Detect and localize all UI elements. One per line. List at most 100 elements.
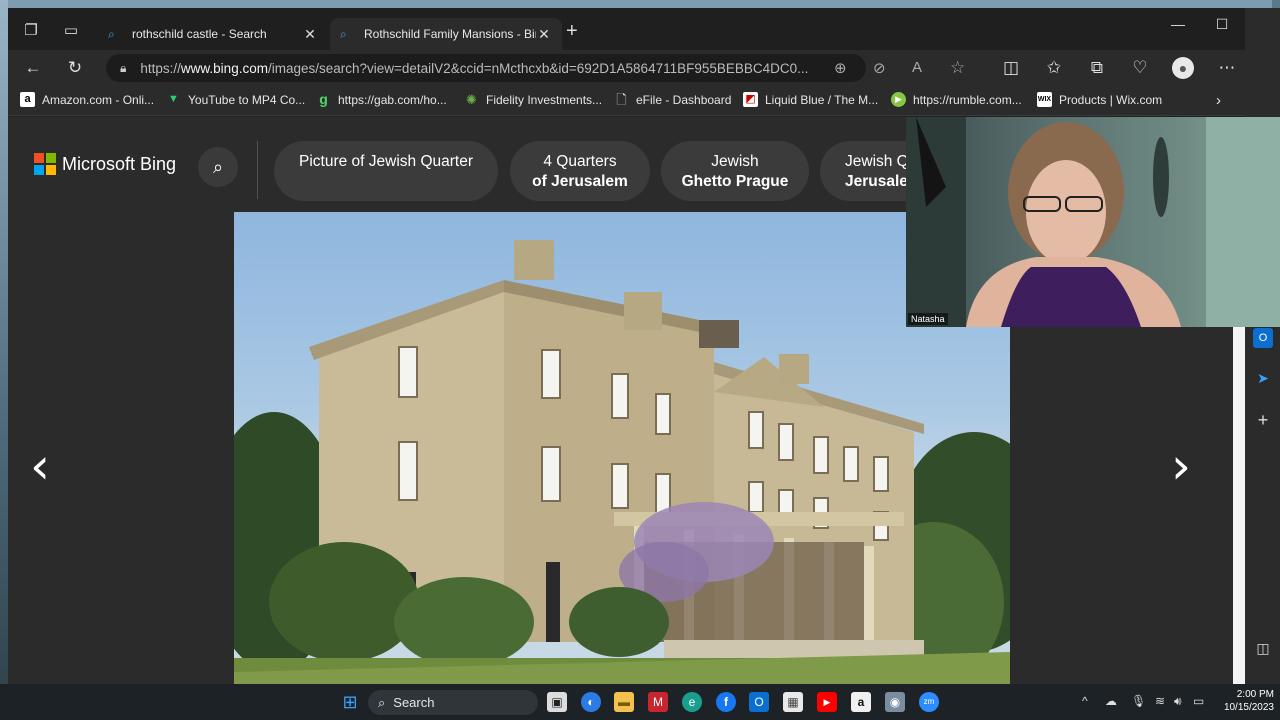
add-sidebar-app-icon[interactable]: + bbox=[1253, 410, 1273, 430]
outlook-icon[interactable]: O bbox=[749, 692, 769, 712]
hide-sidebar-icon[interactable]: ◫ bbox=[1253, 638, 1273, 658]
onedrive-cloud-icon[interactable]: ☁ bbox=[1105, 694, 1117, 708]
youtube-icon[interactable]: ▶ bbox=[817, 692, 837, 712]
microphone-icon[interactable]: 🎙︎ bbox=[1131, 694, 1146, 708]
search-icon: ⌕ bbox=[108, 27, 115, 41]
clock-time: 2:00 PM bbox=[1236, 689, 1274, 700]
taskbar-search-label: Search bbox=[393, 695, 435, 710]
bookmark-rumble[interactable]: ▶ https://rumble.com... bbox=[891, 92, 1022, 107]
favorite-star-icon[interactable]: ☆ bbox=[950, 58, 965, 78]
download-icon: ▼ bbox=[168, 93, 179, 105]
address-url[interactable]: https://www.bing.com/images/search?view=… bbox=[140, 61, 820, 76]
bookmark-label: eFile - Dashboard bbox=[636, 92, 732, 107]
chip-line1: Jewish bbox=[711, 153, 759, 170]
mansion-illustration bbox=[234, 240, 1010, 684]
favorites-icon[interactable]: ✩ bbox=[1043, 57, 1065, 79]
webcam-overlay: Natasha bbox=[906, 117, 1280, 327]
search-button[interactable]: ⌕ bbox=[198, 147, 238, 187]
tracking-prevention-icon[interactable]: ⊘ bbox=[873, 59, 886, 77]
bing-logo[interactable]: Microsoft Bing bbox=[34, 153, 176, 175]
search-icon: ⌕ bbox=[340, 27, 347, 41]
more-bookmarks-chevron-icon[interactable]: › bbox=[1216, 92, 1221, 109]
taskbar-search-box[interactable]: ⌕ Search bbox=[368, 690, 538, 715]
bookmark-label: YouTube to MP4 Co... bbox=[188, 92, 306, 107]
next-image-chevron-icon[interactable]: › bbox=[1171, 437, 1191, 495]
bookmark-label: https://gab.com/ho... bbox=[338, 92, 447, 107]
microsoft-logo-icon bbox=[34, 153, 56, 175]
volume-icon[interactable]: 🔊︎ bbox=[1174, 694, 1182, 709]
tab-rothschild-family-mansions[interactable]: ⌕ Rothschild Family Mansions - Bing ✕ bbox=[330, 18, 562, 50]
show-hidden-icons-chevron[interactable]: ^ bbox=[1082, 694, 1088, 708]
webcam-person-illustration bbox=[906, 117, 1280, 327]
bookmark-fidelity[interactable]: ✺ Fidelity Investments... bbox=[464, 92, 602, 107]
workspaces-icon[interactable]: ❐ bbox=[20, 20, 42, 42]
fidelity-icon: ✺ bbox=[466, 92, 477, 107]
bookmark-efile[interactable]: 🗋︎ eFile - Dashboard bbox=[614, 92, 731, 107]
browser-essentials-icon[interactable]: ♡ bbox=[1129, 57, 1151, 79]
zoom-app-icon[interactable]: zm bbox=[919, 692, 939, 712]
chip-line1: 4 Quarters bbox=[543, 153, 617, 170]
outlook-icon[interactable]: O bbox=[1253, 328, 1273, 348]
more-menu-icon[interactable]: ⋯ bbox=[1216, 57, 1238, 79]
calculator-icon[interactable]: ▦ bbox=[783, 692, 803, 712]
previous-image-chevron-icon[interactable]: ‹ bbox=[30, 437, 50, 495]
page-scrollbar[interactable] bbox=[1233, 326, 1245, 684]
bookmark-label: https://rumble.com... bbox=[913, 92, 1022, 107]
clock-date: 10/15/2023 bbox=[1223, 702, 1274, 713]
gab-icon: g bbox=[319, 91, 328, 107]
tab-actions-icon[interactable]: ▭ bbox=[60, 20, 82, 42]
liquid-blue-icon: ◩ bbox=[743, 92, 758, 107]
zoom-icon[interactable]: ⊕ bbox=[834, 59, 847, 77]
bookmark-label: Liquid Blue / The M... bbox=[765, 92, 879, 107]
close-tab-icon[interactable]: ✕ bbox=[536, 26, 552, 43]
bookmark-label: Products | Wix.com bbox=[1059, 92, 1163, 107]
related-chip-4-quarters[interactable]: 4 Quarters of Jerusalem bbox=[510, 141, 650, 201]
related-chip-jewish-quarter[interactable]: Picture of Jewish Quarter bbox=[274, 141, 498, 201]
lock-icon: 🔒︎ bbox=[120, 60, 127, 75]
amazon-icon[interactable]: a bbox=[851, 692, 871, 712]
edge-browser-icon[interactable]: e bbox=[682, 692, 702, 712]
task-view-icon[interactable]: ▣ bbox=[547, 692, 567, 712]
search-icon: ⌕ bbox=[378, 694, 386, 710]
windows-taskbar: ⊞ ⌕ Search ▣ ◐ ▬ M e f O ▦ ▶ a ◉ zm ^ ☁ … bbox=[0, 684, 1280, 720]
bookmark-amazon[interactable]: a Amazon.com - Onli... bbox=[20, 92, 154, 107]
back-button[interactable]: ← bbox=[22, 57, 44, 79]
mansion-photo[interactable] bbox=[234, 212, 1010, 684]
facebook-icon[interactable]: f bbox=[716, 692, 736, 712]
telegram-icon[interactable]: ➤ bbox=[1253, 368, 1273, 388]
mcafee-icon[interactable]: M bbox=[648, 692, 668, 712]
tab-title: Rothschild Family Mansions - Bing bbox=[364, 27, 536, 41]
close-tab-icon[interactable]: ✕ bbox=[302, 26, 318, 43]
maximize-button[interactable]: ☐ bbox=[1207, 16, 1237, 33]
system-clock[interactable]: 2:00 PM 10/15/2023 bbox=[1212, 688, 1274, 714]
battery-icon[interactable]: ▭ bbox=[1193, 694, 1204, 708]
chip-line1: Picture of Jewish Quarter bbox=[298, 153, 473, 170]
split-screen-icon[interactable]: ◫ bbox=[1000, 57, 1022, 79]
address-bar[interactable]: 🔒︎ https://www.bing.com/images/search?vi… bbox=[106, 54, 866, 82]
widgets-icon[interactable]: ◐ bbox=[581, 692, 601, 712]
new-tab-button[interactable]: + bbox=[566, 21, 578, 41]
wix-icon: WIX bbox=[1037, 92, 1052, 107]
minimize-button[interactable]: — bbox=[1163, 16, 1193, 32]
profile-avatar-icon[interactable]: ● bbox=[1172, 57, 1194, 79]
rumble-icon: ▶ bbox=[891, 92, 906, 107]
read-aloud-icon[interactable]: A bbox=[912, 59, 922, 76]
navigation-toolbar: ← ↻ 🔒︎ https://www.bing.com/images/searc… bbox=[8, 50, 1280, 86]
desktop-wallpaper-left bbox=[0, 0, 8, 720]
bookmark-gab[interactable]: g https://gab.com/ho... bbox=[316, 92, 447, 107]
bing-brand-text: Microsoft Bing bbox=[62, 153, 177, 174]
bookmark-liquid-blue[interactable]: ◩ Liquid Blue / The M... bbox=[743, 92, 878, 107]
refresh-button[interactable]: ↻ bbox=[64, 57, 86, 79]
chip-line2: Ghetto Prague bbox=[681, 173, 789, 190]
amazon-icon: a bbox=[20, 92, 35, 107]
tab-rothschild-castle-search[interactable]: ⌕ rothschild castle - Search ✕ bbox=[98, 18, 328, 50]
camera-icon[interactable]: ◉ bbox=[885, 692, 905, 712]
bookmark-youtube-mp4[interactable]: ▼ YouTube to MP4 Co... bbox=[166, 92, 305, 107]
file-explorer-icon[interactable]: ▬ bbox=[614, 692, 634, 712]
wifi-icon[interactable]: ≋ bbox=[1155, 694, 1165, 708]
collections-icon[interactable]: ⧉ bbox=[1086, 57, 1108, 79]
related-chip-jewish-ghetto-prague[interactable]: Jewish Ghetto Prague bbox=[661, 141, 809, 201]
start-windows-icon[interactable]: ⊞ bbox=[340, 692, 360, 712]
bookmark-wix[interactable]: WIX Products | Wix.com bbox=[1037, 92, 1162, 107]
favorites-bar: a Amazon.com - Onli... ▼ YouTube to MP4 … bbox=[8, 86, 1280, 116]
